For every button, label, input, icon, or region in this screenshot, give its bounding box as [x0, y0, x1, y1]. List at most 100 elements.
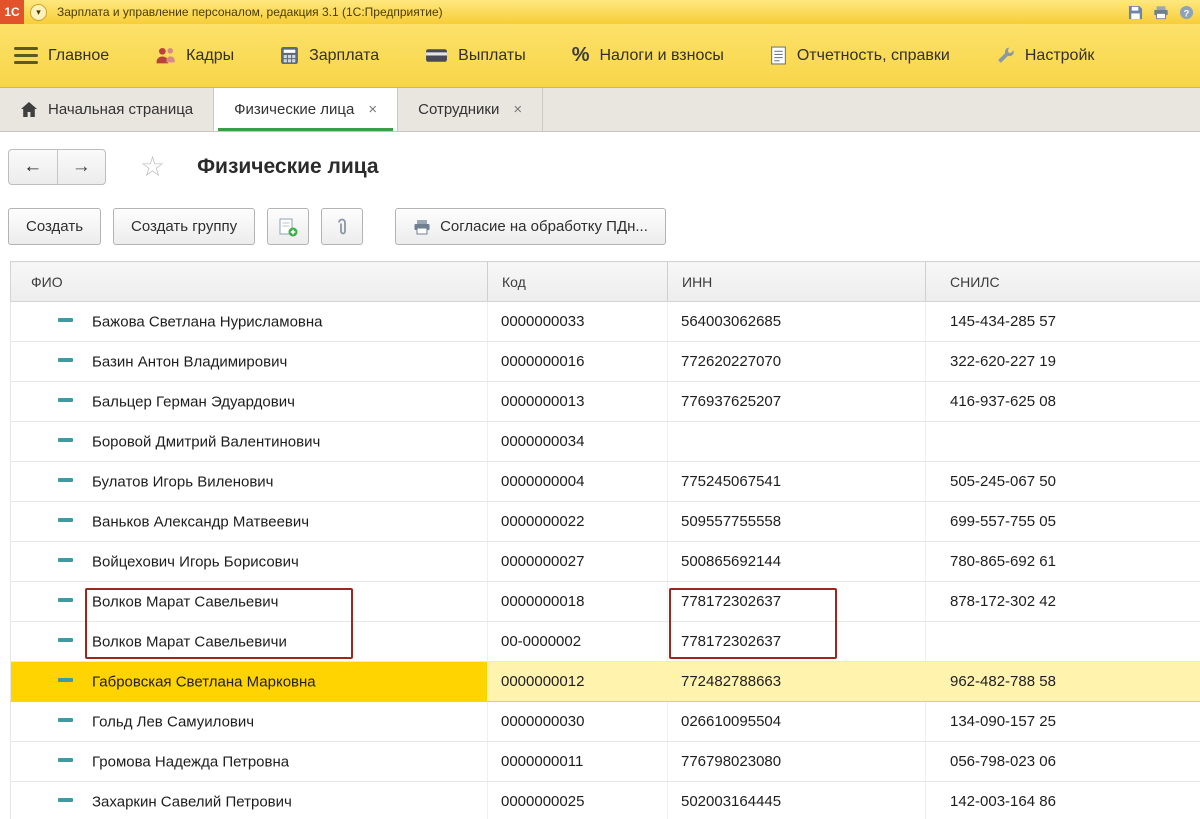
cell-code[interactable]: 0000000011	[487, 741, 668, 782]
cell-snils[interactable]: 780-865-692 61	[925, 541, 1200, 582]
tab-label: Начальная страница	[48, 101, 194, 118]
cell-fio[interactable]: Боровой Дмитрий Валентинович	[10, 421, 488, 462]
attachments-button[interactable]	[321, 208, 364, 245]
table-row[interactable]: Габровская Светлана Марковна 0000000012 77…	[10, 661, 1200, 702]
table-row[interactable]: Войцехович Игорь Борисович 0000000027 5008…	[10, 541, 1200, 582]
cell-snils[interactable]: 134-090-157 25	[925, 701, 1200, 742]
cell-fio[interactable]: Ваньков Александр Матвеевич	[10, 501, 488, 542]
cell-code[interactable]: 0000000022	[487, 501, 668, 542]
menu-item-kadry[interactable]: Кадры	[155, 46, 234, 65]
cell-code[interactable]: 0000000016	[487, 341, 668, 382]
cell-inn[interactable]: 502003164445	[667, 781, 926, 819]
cell-fio[interactable]: Габровская Светлана Марковна	[10, 661, 488, 702]
cell-fio[interactable]: Войцехович Игорь Борисович	[10, 541, 488, 582]
cell-fio[interactable]: Булатов Игорь Виленович	[10, 461, 488, 502]
cell-code[interactable]: 0000000027	[487, 541, 668, 582]
col-header-fio[interactable]: ФИО	[10, 261, 488, 302]
cell-code[interactable]: 0000000012	[487, 661, 668, 702]
cell-snils[interactable]: 505-245-067 50	[925, 461, 1200, 502]
print-icon[interactable]	[1153, 5, 1169, 20]
tab-label: Физические лица	[234, 101, 355, 118]
table-row[interactable]: Волков Марат Савельевич 0000000018 7781723…	[10, 581, 1200, 622]
tab-close-icon[interactable]: ×	[513, 101, 522, 118]
cell-snils[interactable]: 962-482-788 58	[925, 661, 1200, 702]
table-row[interactable]: Волков Марат Савельевичи 00-0000002 778172…	[10, 621, 1200, 662]
dropdown-arrow-icon: ▾	[36, 6, 41, 17]
menu-item-nalogi[interactable]: % Налоги и взносы	[572, 44, 724, 67]
person-dash-icon	[58, 678, 73, 683]
cell-inn[interactable]: 772482788663	[667, 661, 926, 702]
tab-close-icon[interactable]: ×	[368, 101, 377, 118]
main-menu-button[interactable]: Главное	[14, 46, 109, 65]
cell-inn[interactable]: 509557755558	[667, 501, 926, 542]
help-icon[interactable]: ?	[1179, 5, 1194, 20]
cell-code[interactable]: 0000000025	[487, 781, 668, 819]
cell-fio[interactable]: Захаркин Савелий Петрович	[10, 781, 488, 819]
forward-button[interactable]: →	[58, 150, 106, 184]
menu-item-label: Налоги и взносы	[599, 46, 724, 64]
cell-fio[interactable]: Бальцер Герман Эдуардович	[10, 381, 488, 422]
cell-fio[interactable]: Базин Антон Владимирович	[10, 341, 488, 382]
menu-item-nastroiki[interactable]: Настройк	[996, 46, 1094, 65]
table-row[interactable]: Громова Надежда Петровна 0000000011 776798…	[10, 741, 1200, 782]
create-group-button[interactable]: Создать группу	[113, 208, 256, 245]
col-header-snils[interactable]: СНИЛС	[925, 261, 1200, 302]
cell-snils[interactable]	[925, 421, 1200, 462]
cell-snils[interactable]: 056-798-023 06	[925, 741, 1200, 782]
cell-snils[interactable]: 322-620-227 19	[925, 341, 1200, 382]
table-row[interactable]: Булатов Игорь Виленович 0000000004 7752450…	[10, 461, 1200, 502]
table-row[interactable]: Боровой Дмитрий Валентинович 0000000034	[10, 421, 1200, 462]
cell-code[interactable]: 00-0000002	[487, 621, 668, 662]
cell-code[interactable]: 0000000030	[487, 701, 668, 742]
cell-code[interactable]: 0000000004	[487, 461, 668, 502]
cell-inn[interactable]: 500865692144	[667, 541, 926, 582]
cell-fio[interactable]: Гольд Лев Самуилович	[10, 701, 488, 742]
tab-home[interactable]: Начальная страница	[0, 88, 215, 131]
menu-item-vyplaty[interactable]: Выплаты	[425, 47, 526, 65]
cell-snils[interactable]: 878-172-302 42	[925, 581, 1200, 622]
cell-inn[interactable]: 778172302637	[667, 621, 926, 662]
cell-fio[interactable]: Волков Марат Савельевичи	[10, 621, 488, 662]
cell-inn[interactable]: 775245067541	[667, 461, 926, 502]
person-name: Габровская Светлана Марковна	[92, 673, 316, 691]
table-row[interactable]: Ваньков Александр Матвеевич 0000000022 509…	[10, 501, 1200, 542]
favorite-star-icon[interactable]: ☆	[140, 153, 165, 181]
main-dropdown-button[interactable]: ▾	[30, 3, 47, 21]
tab-fizicheskie-litsa[interactable]: Физические лица ×	[214, 88, 399, 131]
table-row[interactable]: Захаркин Савелий Петрович 0000000025 50200…	[10, 781, 1200, 819]
cell-code[interactable]: 0000000034	[487, 421, 668, 462]
cell-inn[interactable]: 778172302637	[667, 581, 926, 622]
col-header-inn[interactable]: ИНН	[667, 261, 926, 302]
save-icon[interactable]	[1128, 5, 1143, 20]
create-button[interactable]: Создать	[8, 208, 102, 245]
cell-code[interactable]: 0000000013	[487, 381, 668, 422]
cell-fio[interactable]: Громова Надежда Петровна	[10, 741, 488, 782]
menu-item-zarplata[interactable]: Зарплата	[280, 46, 379, 65]
cell-code[interactable]: 0000000033	[487, 301, 668, 342]
table-row[interactable]: Бальцер Герман Эдуардович 0000000013 77693…	[10, 381, 1200, 422]
cell-snils[interactable]	[925, 621, 1200, 662]
cell-inn[interactable]: 026610095504	[667, 701, 926, 742]
cell-snils[interactable]: 699-557-755 05	[925, 501, 1200, 542]
cell-inn[interactable]: 564003062685	[667, 301, 926, 342]
table-row[interactable]: Базин Антон Владимирович 0000000016 772620…	[10, 341, 1200, 382]
title-bar: 1С ▾ Зарплата и управление персоналом, р…	[0, 0, 1200, 24]
table-row[interactable]: Бажова Светлана Нурисламовна 0000000033 56…	[10, 301, 1200, 342]
menu-item-otchetnost[interactable]: Отчетность, справки	[770, 46, 950, 65]
cell-code[interactable]: 0000000018	[487, 581, 668, 622]
cell-fio[interactable]: Бажова Светлана Нурисламовна	[10, 301, 488, 342]
cell-inn[interactable]: 772620227070	[667, 341, 926, 382]
tab-sotrudniki[interactable]: Сотрудники ×	[398, 88, 544, 131]
cell-fio[interactable]: Волков Марат Савельевич	[10, 581, 488, 622]
cell-snils[interactable]: 142-003-164 86	[925, 781, 1200, 819]
cell-inn[interactable]: 776937625207	[667, 381, 926, 422]
pdn-consent-button[interactable]: Согласие на обработку ПДн...	[395, 208, 666, 245]
table-row[interactable]: Гольд Лев Самуилович 0000000030 0266100955…	[10, 701, 1200, 742]
col-header-code[interactable]: Код	[487, 261, 668, 302]
cell-snils[interactable]: 416-937-625 08	[925, 381, 1200, 422]
create-new-item-button[interactable]	[267, 208, 310, 245]
cell-inn[interactable]	[667, 421, 926, 462]
back-button[interactable]: ←	[9, 150, 58, 184]
cell-snils[interactable]: 145-434-285 57	[925, 301, 1200, 342]
cell-inn[interactable]: 776798023080	[667, 741, 926, 782]
